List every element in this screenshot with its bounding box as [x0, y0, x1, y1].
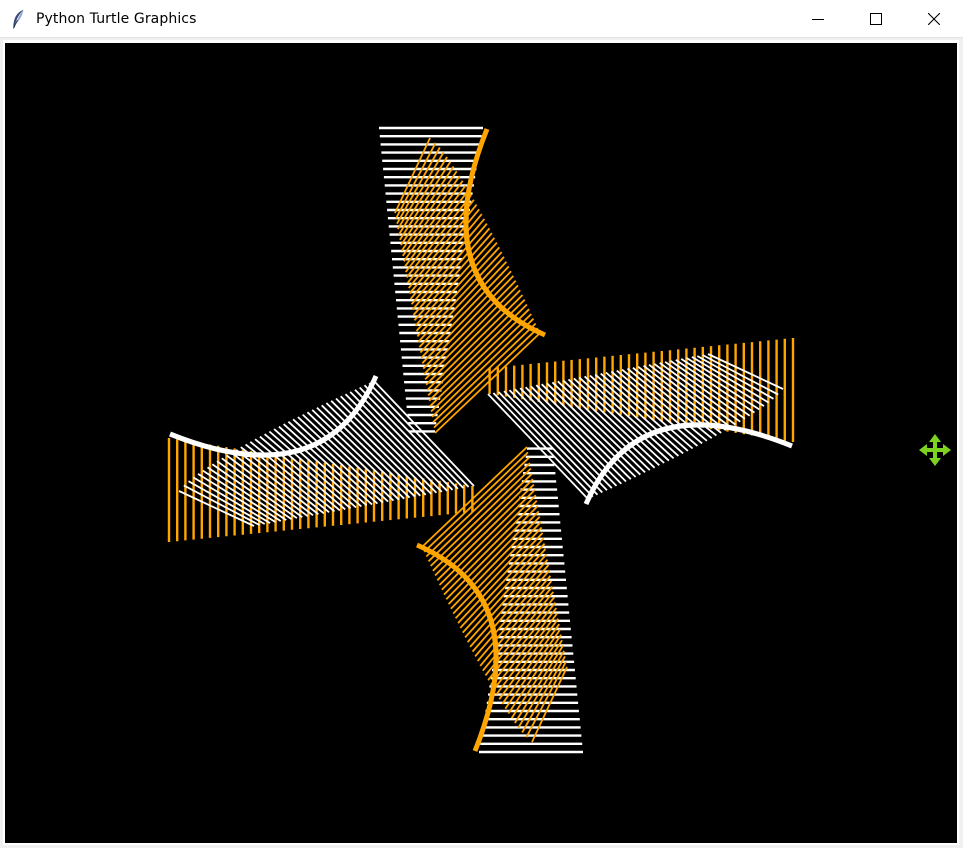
minimize-button[interactable]	[789, 0, 847, 38]
feather-icon	[11, 9, 27, 29]
close-icon	[928, 13, 940, 25]
turtle-drawing	[167, 126, 795, 754]
maximize-icon	[870, 13, 882, 25]
turtle-canvas[interactable]	[5, 43, 957, 843]
window-title: Python Turtle Graphics	[36, 10, 197, 27]
move-icon	[919, 434, 951, 466]
minimize-icon	[812, 19, 824, 20]
maximize-button[interactable]	[847, 0, 905, 38]
window-controls	[789, 0, 963, 38]
close-button[interactable]	[905, 0, 963, 38]
title-bar[interactable]: Python Turtle Graphics	[0, 0, 963, 38]
